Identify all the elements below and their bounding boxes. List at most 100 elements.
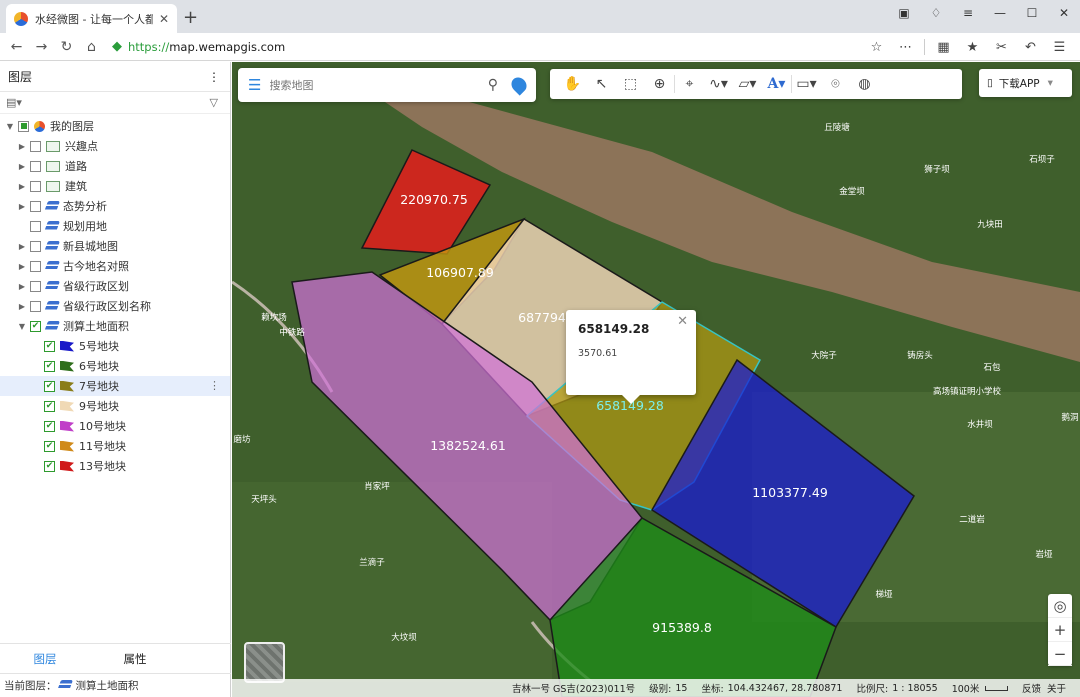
popup-close-icon[interactable]: ✕ [677, 314, 688, 329]
hamburger-menu-icon[interactable]: ☰ [248, 76, 261, 94]
tree-subitem[interactable]: ✔ 10号地块 [0, 416, 230, 436]
tree-item[interactable]: ▶ 省级行政区划名称 [0, 296, 230, 316]
measure-ruler-icon[interactable]: ▭▾ [792, 76, 821, 92]
feedback-link[interactable]: 反馈 [1022, 681, 1041, 695]
tree-subitem-checkbox[interactable]: ✔ [44, 420, 55, 432]
tree-root-checkbox[interactable] [18, 120, 29, 132]
collapse-arrow-icon[interactable]: ▼ [4, 122, 16, 131]
expand-arrow-icon[interactable]: ▶ [16, 302, 28, 311]
forward-icon[interactable]: → [29, 39, 54, 55]
tree-item[interactable]: ▶ 古今地名对照 [0, 256, 230, 276]
tree-subitem[interactable]: ✔ 13号地块 [0, 456, 230, 476]
bookmark-star-icon[interactable]: ☆ [862, 40, 891, 55]
tree-item[interactable]: ▶ 兴趣点 [0, 136, 230, 156]
tree-subitem-checkbox[interactable]: ✔ [44, 340, 55, 352]
tab-close-icon[interactable]: ✕ [159, 12, 169, 26]
map-search-input[interactable] [269, 78, 482, 92]
tree-item-checkbox[interactable]: ✔ [30, 320, 41, 332]
item-more-icon[interactable]: ⋮ [209, 379, 220, 392]
about-link[interactable]: 关于 [1047, 681, 1066, 695]
marker-icon[interactable]: ⌖ [675, 76, 704, 92]
tab-count-icon[interactable]: ▣ [888, 6, 920, 20]
secure-shield-icon[interactable]: ◆ [112, 39, 122, 54]
url-field[interactable]: https://map.wemapgis.com [128, 40, 285, 54]
apps-grid-icon[interactable]: ▦ [929, 40, 958, 55]
more-dots-icon[interactable]: ⋯ [891, 40, 920, 55]
polyline-icon[interactable]: ∿▾ [704, 76, 733, 92]
tree-item[interactable]: ▶ 新县城地图 [0, 236, 230, 256]
tree-subitem-checkbox[interactable]: ✔ [44, 400, 55, 412]
window-close-icon[interactable]: ✕ [1048, 6, 1080, 20]
scissors-icon[interactable]: ✂ [987, 40, 1016, 55]
expand-arrow-icon[interactable]: ▶ [16, 282, 28, 291]
tree-subitem[interactable]: ✔ 6号地块 [0, 356, 230, 376]
zoom-region-icon[interactable]: ⊕ [645, 76, 674, 92]
reload-icon[interactable]: ↻ [54, 39, 79, 55]
shirt-icon[interactable]: ♢ [920, 6, 952, 20]
maximize-icon[interactable]: ☐ [1016, 6, 1048, 20]
tree-subitem[interactable]: ✔ 5号地块 [0, 336, 230, 356]
tree-root[interactable]: ▼ 我的图层 [0, 116, 230, 136]
expand-arrow-icon[interactable]: ▶ [16, 262, 28, 271]
expand-arrow-icon[interactable]: ▶ [16, 162, 28, 171]
pick-point-icon[interactable]: ⌾ [821, 76, 850, 92]
tree-item-checkbox[interactable] [30, 200, 41, 212]
polygon-icon[interactable]: ▱▾ [733, 76, 762, 92]
favorites-icon[interactable]: ★ [958, 40, 987, 55]
select-pointer-icon[interactable]: ↖ [587, 76, 616, 92]
tree-subitem[interactable]: ✔ 11号地块 [0, 436, 230, 456]
basemap-switcher[interactable] [244, 642, 285, 683]
dropdown-caret-icon[interactable]: ▾ [1048, 77, 1053, 89]
tree-subitem[interactable]: ✔ 9号地块 [0, 396, 230, 416]
undo-icon[interactable]: ↶ [1016, 40, 1045, 55]
expand-arrow-icon[interactable]: ▶ [16, 202, 28, 211]
zoom-in-button[interactable]: + [1048, 618, 1072, 642]
tree-item[interactable]: ▶ 态势分析 [0, 196, 230, 216]
tree-item-checkbox[interactable] [30, 160, 41, 172]
download-app-button[interactable]: ▯ 下载APP ▾ [979, 69, 1072, 97]
tree-item-checkbox[interactable] [30, 220, 41, 232]
tree-subitem-checkbox[interactable]: ✔ [44, 440, 55, 452]
tree-subitem[interactable]: ✔ 7号地块 ⋮ [0, 376, 230, 396]
window-menu-icon[interactable]: ≡ [952, 6, 984, 20]
tab-layers[interactable]: 图层 [0, 644, 90, 673]
map-canvas[interactable]: 220970.75 106907.89 687794 658149.28 138… [232, 62, 1080, 697]
tree-item-checkbox[interactable] [30, 300, 41, 312]
tree-subitem-checkbox[interactable]: ✔ [44, 360, 55, 372]
layer-icon [43, 280, 61, 292]
tree-item[interactable]: ▶ 建筑 [0, 176, 230, 196]
locate-icon[interactable]: ◎ [1048, 594, 1072, 618]
pan-hand-icon[interactable]: ✋ [558, 76, 587, 92]
filter-icon[interactable]: ▽ [210, 96, 218, 109]
back-icon[interactable]: ← [4, 39, 29, 55]
expand-arrow-icon[interactable]: ▶ [16, 182, 28, 191]
search-icon[interactable]: ⚲ [488, 77, 498, 93]
tree-item-checkbox[interactable] [30, 280, 41, 292]
text-icon[interactable]: A▾ [762, 76, 791, 92]
browser-menu-icon[interactable]: ☰ [1045, 40, 1074, 55]
sidebar-more-icon[interactable]: ⋮ [208, 70, 220, 84]
box-select-icon[interactable]: ⬚ [616, 76, 645, 92]
tree-item[interactable]: ▼ ✔ 测算土地面积 [0, 316, 230, 336]
tree-item[interactable]: ▶ 道路 [0, 156, 230, 176]
zoom-out-button[interactable]: − [1048, 642, 1072, 666]
browser-tab[interactable]: 水经微图 - 让每一个人都有自 ✕ [6, 4, 177, 33]
tree-item-checkbox[interactable] [30, 260, 41, 272]
new-tab-icon[interactable]: + [183, 7, 198, 28]
expand-arrow-icon[interactable]: ▶ [16, 242, 28, 251]
tree-item-checkbox[interactable] [30, 140, 41, 152]
location-pin-icon[interactable] [508, 74, 530, 96]
globe-3d-icon[interactable]: ◍ [850, 76, 879, 92]
tree-subitem-checkbox[interactable]: ✔ [44, 380, 55, 392]
tree-subitem-checkbox[interactable]: ✔ [44, 460, 55, 472]
expand-arrow-icon[interactable]: ▶ [16, 142, 28, 151]
tab-attributes[interactable]: 属性 [90, 644, 180, 673]
minimize-icon[interactable]: — [984, 6, 1016, 20]
tree-item-checkbox[interactable] [30, 240, 41, 252]
tree-item[interactable]: 规划用地 [0, 216, 230, 236]
home-icon[interactable]: ⌂ [79, 39, 104, 55]
layer-view-toggle-icon[interactable]: ▤▾ [6, 96, 22, 109]
collapse-arrow-icon[interactable]: ▼ [16, 322, 28, 331]
tree-item[interactable]: ▶ 省级行政区划 [0, 276, 230, 296]
tree-item-checkbox[interactable] [30, 180, 41, 192]
